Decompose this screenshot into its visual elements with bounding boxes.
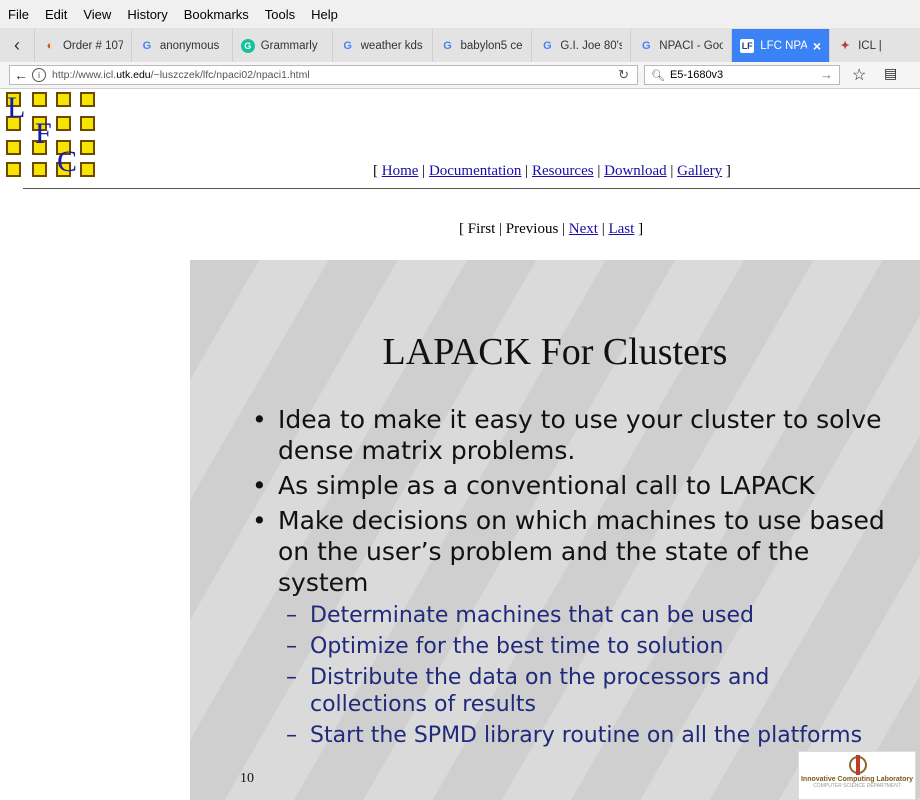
tab-grammarly[interactable]: G Grammarly	[233, 29, 333, 62]
back-arrow-icon[interactable]: ←	[10, 66, 32, 84]
slide-sub-bullet: Distribute the data on the processors an…	[248, 664, 888, 718]
google-icon: G	[343, 39, 352, 52]
divider	[23, 188, 920, 189]
download-link[interactable]: Download	[604, 163, 667, 179]
chevron-left-icon: ‹	[13, 35, 20, 55]
resources-link[interactable]: Resources	[532, 163, 594, 179]
menu-help[interactable]: Help	[303, 7, 346, 22]
reload-icon[interactable]: ↻	[618, 67, 629, 83]
search-go-arrow-icon[interactable]: →	[820, 67, 833, 82]
menu-tools[interactable]: Tools	[257, 7, 303, 22]
tab-anonymous[interactable]: G anonymous	[132, 29, 233, 62]
tab-strip: ‹ ◐ Order # 107 G anonymous G Grammarly …	[0, 28, 920, 63]
search-icon: 🔍︎	[651, 69, 665, 82]
site-navigation: [ Home | Documentation | Resources | Dow…	[373, 163, 731, 179]
bookmark-star-icon[interactable]: ☆	[852, 65, 866, 85]
slide-bullets: Idea to make it easy to use your cluster…	[248, 404, 888, 753]
page-content: L F C [ Home | Documentation | Resources…	[0, 89, 920, 800]
home-link[interactable]: Home	[382, 163, 419, 179]
slide-sub-bullet: Start the SPMD library routine on all th…	[248, 722, 888, 749]
pager-next-link[interactable]: Next	[569, 221, 598, 237]
documentation-link[interactable]: Documentation	[429, 163, 521, 179]
icl-logo-icon	[849, 755, 867, 775]
search-input[interactable]: 🔍︎ E5-1680v3 →	[644, 65, 840, 85]
google-icon: G	[543, 39, 552, 52]
slide-title: LAPACK For Clusters	[382, 331, 728, 373]
url-text[interactable]: http://www.icl.utk.edu/~luszczek/lfc/npa…	[52, 69, 310, 81]
menu-history[interactable]: History	[119, 7, 175, 22]
url-bar[interactable]: ← i http://www.icl.utk.edu/~luszczek/lfc…	[9, 65, 638, 85]
pager-first: First	[467, 221, 496, 237]
menu-bookmarks[interactable]: Bookmarks	[176, 7, 257, 22]
close-tab-icon[interactable]: ×	[813, 38, 821, 54]
logo-letter-l: L	[7, 91, 25, 124]
tab-lfc-npaci[interactable]: LF LFC NPA ×	[732, 29, 831, 62]
tab-gijoe[interactable]: G G.I. Joe 80's	[532, 29, 632, 62]
lfc-icon: LF	[740, 38, 755, 53]
reader-list-icon[interactable]: ▤	[884, 65, 897, 82]
slide-bullet: Make decisions on which machines to use …	[248, 505, 888, 598]
tab-weather[interactable]: G weather kds	[333, 29, 433, 62]
google-icon: G	[142, 39, 152, 52]
navigation-bar: ← i http://www.icl.utk.edu/~luszczek/lfc…	[0, 62, 920, 89]
tab-scroll-left-button[interactable]: ‹	[0, 29, 35, 62]
slide-bullet: As simple as a conventional call to LAPA…	[248, 470, 888, 501]
menu-file[interactable]: File	[0, 7, 37, 22]
tab-icl[interactable]: ✦ ICL |	[830, 29, 920, 62]
info-icon[interactable]: i	[32, 68, 46, 82]
menu-bar: File Edit View History Bookmarks Tools H…	[0, 0, 920, 28]
tab-order[interactable]: ◐ Order # 107	[35, 29, 132, 62]
slide-image: LAPACK For Clusters Idea to make it easy…	[190, 260, 920, 800]
slide-sub-bullet: Determinate machines that can be used	[248, 602, 888, 629]
slide-sub-bullet: Optimize for the best time to solution	[248, 633, 888, 660]
order-icon: ◐	[46, 39, 54, 52]
logo-letter-f: F	[35, 117, 52, 150]
menu-view[interactable]: View	[75, 7, 119, 22]
google-icon: G	[642, 39, 651, 52]
slide-number: 10	[240, 771, 254, 786]
gallery-link[interactable]: Gallery	[677, 163, 722, 179]
menu-edit[interactable]: Edit	[37, 7, 75, 22]
slide-bullet: Idea to make it easy to use your cluster…	[248, 404, 888, 466]
slide-pager: [ First | Previous | Next | Last ]	[459, 221, 644, 237]
tab-babylon5[interactable]: G babylon5 ce	[433, 29, 533, 62]
grammarly-icon: G	[240, 38, 255, 53]
google-icon: G	[443, 39, 452, 52]
lfc-logo: L F C	[6, 91, 95, 178]
icl-badge: Innovative Computing Laboratory COMPUTER…	[798, 751, 916, 800]
tab-npaci[interactable]: G NPACI - Goo	[631, 29, 733, 62]
pager-previous: Previous	[505, 221, 559, 237]
pager-last-link[interactable]: Last	[608, 221, 634, 237]
logo-letter-c: C	[57, 145, 77, 178]
icl-icon: ✦	[840, 40, 850, 52]
